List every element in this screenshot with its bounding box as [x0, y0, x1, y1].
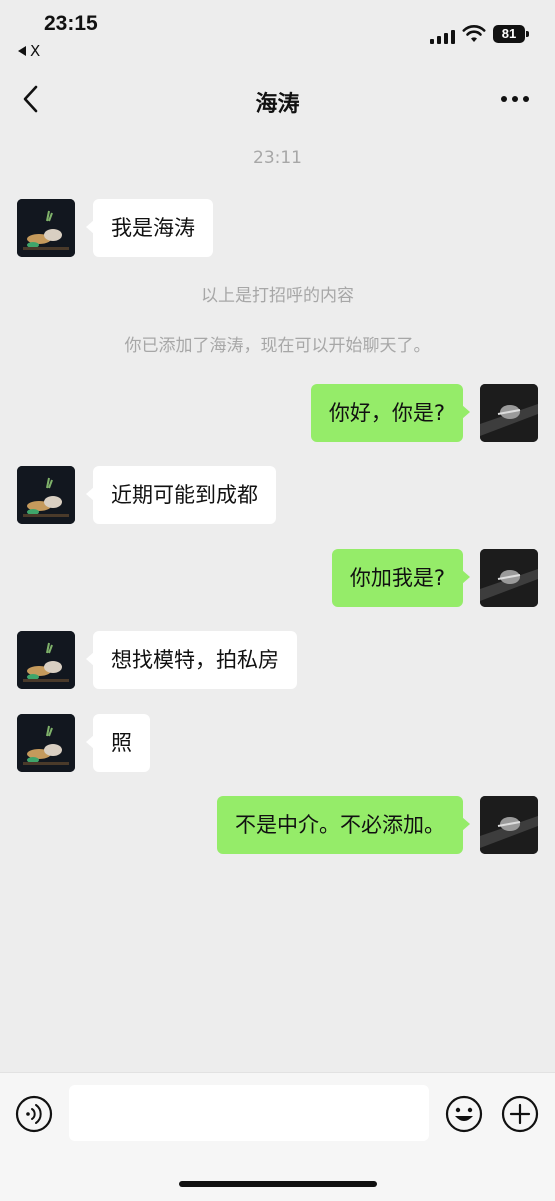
contact-avatar[interactable] [17, 631, 75, 689]
message-bubble-sent[interactable]: 不是中介。不必添加。 [217, 796, 470, 854]
wifi-icon [462, 25, 486, 42]
back-triangle-icon [18, 46, 26, 56]
cellular-signal-icon [430, 28, 455, 44]
contact-avatar[interactable] [17, 714, 75, 772]
input-bar [0, 1072, 555, 1201]
message-bubble-received[interactable]: 近期可能到成都 [86, 466, 276, 524]
voice-icon[interactable] [15, 1095, 53, 1133]
message-bubble-received[interactable]: 照 [86, 714, 150, 772]
contact-avatar[interactable] [17, 466, 75, 524]
system-message: 你已添加了海涛，现在可以开始聊天了。 [124, 336, 431, 356]
back-to-app[interactable]: X [18, 42, 40, 60]
contact-avatar[interactable] [17, 199, 75, 257]
chat-header: 海涛 [0, 64, 555, 134]
my-avatar[interactable] [480, 796, 538, 854]
my-avatar[interactable] [480, 549, 538, 607]
message-bubble-sent[interactable]: 你加我是? [331, 549, 471, 607]
message-bubble-received[interactable]: 我是海涛 [86, 199, 213, 257]
status-bar: 23:15 X 81 [0, 0, 555, 64]
system-message: 以上是打招呼的内容 [201, 286, 354, 306]
back-app-label: X [30, 42, 41, 60]
message-timestamp: 23:11 [253, 148, 302, 168]
chat-title: 海涛 [255, 92, 300, 117]
message-bubble-received[interactable]: 想找模特，拍私房 [86, 631, 297, 689]
my-avatar[interactable] [480, 384, 538, 442]
message-input[interactable] [69, 1085, 429, 1141]
battery-indicator: 81 [493, 25, 529, 43]
plus-icon[interactable] [501, 1095, 539, 1133]
more-icon[interactable] [501, 96, 529, 102]
home-indicator [179, 1181, 377, 1187]
message-bubble-sent[interactable]: 你好，你是? [310, 384, 471, 442]
status-time: 23:15 [44, 12, 98, 35]
emoji-icon[interactable] [445, 1095, 483, 1133]
